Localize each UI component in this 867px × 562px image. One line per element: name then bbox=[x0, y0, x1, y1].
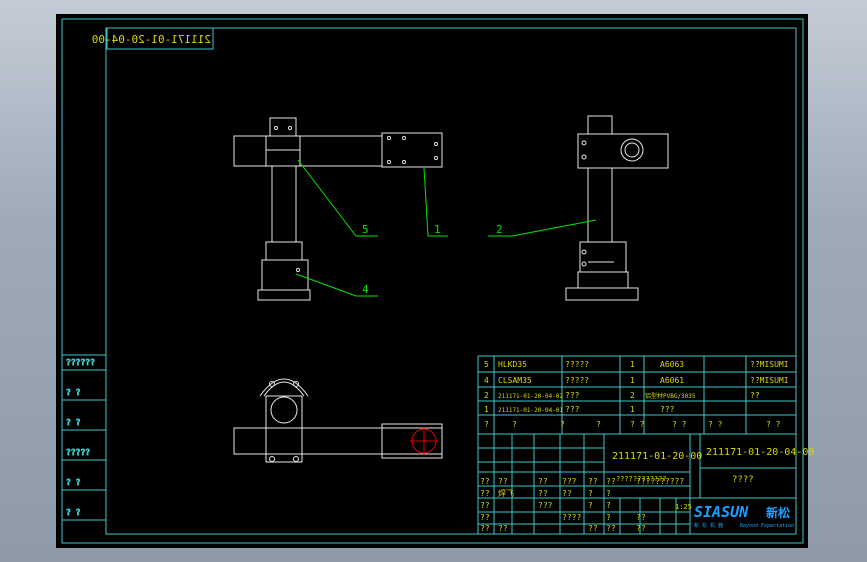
logo-cn: 新松 bbox=[766, 505, 790, 520]
title-cell: ? bbox=[588, 501, 593, 510]
title-cell: ? bbox=[588, 489, 593, 498]
bom-header: ? ? bbox=[630, 420, 645, 429]
cad-viewport[interactable]: 211171-01-20-04-00 ??????? ?? ??????? ??… bbox=[0, 0, 867, 562]
title-cell: ?? bbox=[498, 524, 508, 533]
title-cell: ? bbox=[606, 513, 611, 522]
bom-cell-no: 5 bbox=[484, 360, 489, 369]
bom-cell-note: ??MISUMI bbox=[750, 376, 789, 385]
bom-cell-part: 211171-01-20-04-01 bbox=[498, 407, 563, 414]
left-column-label: ?????? bbox=[66, 358, 95, 367]
callout-1: 1 bbox=[434, 223, 441, 236]
assembly-ref: 211171-01-20-00 bbox=[612, 451, 702, 462]
mirrored-code-text: 211171-01-20-04-00 bbox=[92, 33, 211, 46]
bom-cell-name: ????? bbox=[565, 376, 589, 385]
callout-2: 2 bbox=[496, 223, 503, 236]
title-cell: ? bbox=[606, 501, 611, 510]
left-column-label: ????? bbox=[66, 448, 90, 457]
title-cell: ?? bbox=[636, 513, 646, 522]
left-column-label: ? ? bbox=[66, 388, 81, 397]
title-cell: ?? bbox=[480, 489, 490, 498]
bom-header: ? bbox=[484, 420, 489, 429]
bom-header: ? ? bbox=[672, 420, 687, 429]
title-cell: ?? bbox=[538, 489, 548, 498]
logo-text: SIASUN bbox=[694, 503, 749, 521]
left-column-label: ? ? bbox=[66, 418, 81, 427]
callout-4: 4 bbox=[362, 283, 369, 296]
left-column-label: ? ? bbox=[66, 478, 81, 487]
bom-cell-name: ????? bbox=[565, 360, 589, 369]
bom-cell-part: HLKD35 bbox=[498, 360, 527, 369]
bom-cell-no: 1 bbox=[484, 405, 489, 414]
bom-cell-name: ??? bbox=[565, 391, 580, 400]
bom-cell-qty: 1 bbox=[630, 360, 635, 369]
bom-cell-part: 211171-01-20-04-02 bbox=[498, 393, 563, 400]
title-cell: ? bbox=[606, 489, 611, 498]
scale-label: 1:25 bbox=[675, 503, 692, 511]
bom-cell-part: CLSAM35 bbox=[498, 376, 532, 385]
logo-slogan-cn: 新 松 机 器 bbox=[694, 522, 723, 529]
title-cell: ?? bbox=[538, 477, 548, 486]
title-cell: ?? bbox=[606, 477, 616, 486]
drawing-background bbox=[56, 14, 808, 548]
bom-cell-material: 铝型材PVBG/3035 bbox=[645, 392, 696, 400]
title-cell: ?????????? bbox=[636, 477, 684, 486]
bom-cell-no: 2 bbox=[484, 391, 489, 400]
bom-cell-qty: 2 bbox=[630, 391, 635, 400]
title-cell: ?? bbox=[636, 524, 646, 533]
callout-5: 5 bbox=[362, 223, 369, 236]
bom-cell-material: ??? bbox=[660, 405, 675, 414]
bom-header: ? ? bbox=[708, 420, 723, 429]
title-cell: ?? bbox=[498, 477, 508, 486]
bom-header: ? ? bbox=[766, 420, 781, 429]
title-cell: ??? bbox=[538, 501, 553, 510]
drawing-title: ???? bbox=[732, 475, 754, 485]
title-cell: ?? bbox=[480, 513, 490, 522]
bom-header: ? bbox=[596, 420, 601, 429]
bom-cell-no: 4 bbox=[484, 376, 489, 385]
title-cell: ??? bbox=[562, 477, 577, 486]
title-cell: ?? bbox=[606, 524, 616, 533]
title-cell: ?? bbox=[588, 477, 598, 486]
left-column-label: ? ? bbox=[66, 508, 81, 517]
bom-cell-qty: 1 bbox=[630, 376, 635, 385]
title-cell: ?? bbox=[588, 524, 598, 533]
bom-cell-qty: 1 bbox=[630, 405, 635, 414]
title-cell: ?? bbox=[480, 477, 490, 486]
bom-cell-name: ??? bbox=[565, 405, 580, 414]
title-cell: ???? bbox=[562, 513, 581, 522]
title-cell: ?? bbox=[480, 524, 490, 533]
bom-cell-material: A6061 bbox=[660, 376, 684, 385]
bom-cell-material: A6063 bbox=[660, 360, 684, 369]
title-cell: 焊飞 bbox=[498, 488, 514, 498]
bom-header: ? bbox=[512, 420, 517, 429]
bom-cell-note: ?? bbox=[750, 391, 760, 400]
title-cell: ?? bbox=[562, 489, 572, 498]
drawing-code: 211171-01-20-04-00 bbox=[706, 447, 814, 458]
logo-slogan-en: Beyond Expectation bbox=[740, 523, 794, 529]
company-logo: SIASUN 新松 新 松 机 器 Beyond Expectation bbox=[694, 503, 794, 529]
bom-cell-note: ??MISUMI bbox=[750, 360, 789, 369]
bom-header: ? bbox=[560, 420, 565, 429]
title-cell: ?? bbox=[480, 501, 490, 510]
